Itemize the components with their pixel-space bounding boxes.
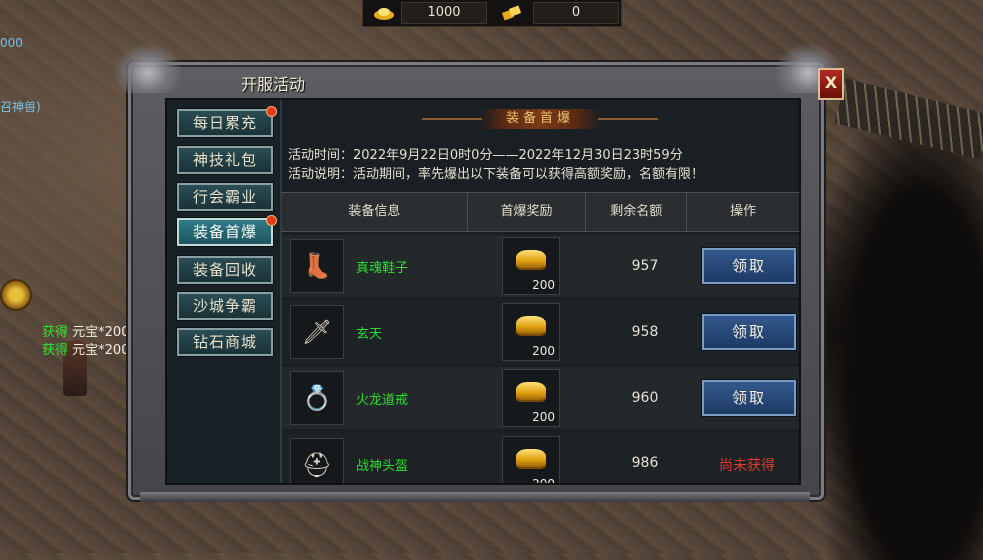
pet-avatar-icon[interactable] xyxy=(0,279,32,311)
equipment-name: 战神头盔 xyxy=(356,459,409,474)
panel-body: 每日累充 神技礼包 行会霸业 装备首爆 装备回收 沙城争霸 钻石商城 装备首爆 … xyxy=(165,98,801,485)
helmet-icon[interactable]: ⛑ xyxy=(290,438,344,483)
gain-message: 获得 元宝*200 xyxy=(42,343,130,358)
table-row: 💍 火龙道戒 200 960 领取 xyxy=(282,367,799,429)
close-button[interactable]: X xyxy=(818,68,844,100)
equipment-name: 玄天 xyxy=(356,326,383,342)
reward-count: 200 xyxy=(532,278,555,292)
ring-icon[interactable]: 💍 xyxy=(290,371,344,425)
remaining-quota: 957 xyxy=(631,258,659,274)
bind-gold-value: 0 xyxy=(533,2,619,24)
dragon-ornament-left xyxy=(113,43,183,93)
boots-icon[interactable]: 👢 xyxy=(290,239,344,293)
reward-count: 200 xyxy=(532,477,555,483)
first-drop-content: 装备首爆 活动时间：2022年9月22日0时0分——2022年12月30日23时… xyxy=(282,100,799,483)
remaining-quota: 986 xyxy=(631,455,659,471)
reward-slot[interactable]: 200 xyxy=(502,436,560,483)
currency-bar: 1000 0 xyxy=(362,0,622,27)
table-row: 🗡 玄天 200 958 领取 xyxy=(282,301,799,363)
sword-icon[interactable]: 🗡 xyxy=(290,305,344,359)
gold-value: 1000 xyxy=(401,2,487,24)
reward-slot[interactable]: 200 xyxy=(502,369,560,427)
event-description: 活动说明：活动期间，率先爆出以下装备可以获得高额奖励，名额有限！ xyxy=(288,167,705,182)
notification-dot-icon xyxy=(266,215,277,226)
notification-dot-icon xyxy=(266,106,277,117)
table-row: 👢 真魂鞋子 200 957 领取 xyxy=(282,235,799,297)
gold-bars-icon xyxy=(501,5,523,21)
gold-ingot-icon xyxy=(516,316,546,334)
equipment-name: 真魂鞋子 xyxy=(356,260,409,276)
remaining-quota: 958 xyxy=(631,324,659,340)
column-equipment-info: 装备信息 xyxy=(282,193,468,231)
claim-button[interactable]: 领取 xyxy=(702,314,796,350)
panel-bottom-frame xyxy=(140,492,810,502)
gold-ingot-icon xyxy=(516,449,546,467)
sidebar-item-first-drop[interactable]: 装备首爆 xyxy=(177,215,277,246)
claim-button[interactable]: 领取 xyxy=(702,248,796,284)
panel-title: 开服活动 xyxy=(241,75,306,94)
reward-slot[interactable]: 200 xyxy=(502,303,560,361)
table-row: ⛑ 战神头盔 200 986 尚未获得 xyxy=(282,433,799,483)
column-action: 操作 xyxy=(730,204,757,219)
event-sidebar: 每日累充 神技礼包 行会霸业 装备首爆 装备回收 沙城争霸 钻石商城 xyxy=(167,100,282,483)
sidebar-item-skill-pack[interactable]: 神技礼包 xyxy=(177,146,273,174)
column-first-drop-reward: 首爆奖励 xyxy=(468,193,587,231)
pet-label: 召神兽) xyxy=(0,100,41,114)
sidebar-item-daily-recharge[interactable]: 每日累充 xyxy=(177,106,277,137)
table-header: 装备信息 首爆奖励 剩余名额 操作 xyxy=(282,192,799,232)
reward-slot[interactable]: 200 xyxy=(502,237,560,295)
section-title: 装备首爆 xyxy=(422,109,658,129)
sidebar-item-guild-hegemony[interactable]: 行会霸业 xyxy=(177,183,273,211)
column-remaining-quota: 剩余名额 xyxy=(586,193,688,231)
remaining-quota: 960 xyxy=(631,390,659,406)
reward-count: 200 xyxy=(532,344,555,358)
dark-terrain xyxy=(820,110,983,560)
equipment-name: 火龙道戒 xyxy=(356,392,409,408)
not-obtained-status: 尚未获得 xyxy=(719,458,775,474)
sidebar-item-diamond-shop[interactable]: 钻石商城 xyxy=(177,328,273,356)
sidebar-item-equipment-recycle[interactable]: 装备回收 xyxy=(177,256,273,284)
event-time: 活动时间：2022年9月22日0时0分——2022年12月30日23时59分 xyxy=(288,148,683,163)
reward-count: 200 xyxy=(532,410,555,424)
gold-ingot-icon xyxy=(516,250,546,268)
sidebar-item-castle-war[interactable]: 沙城争霸 xyxy=(177,292,273,320)
gain-message: 获得 元宝*200 xyxy=(42,325,130,340)
world-number: 000 xyxy=(0,36,23,50)
gold-ingot-icon xyxy=(373,5,395,21)
claim-button[interactable]: 领取 xyxy=(702,380,796,416)
gold-ingot-icon xyxy=(516,382,546,400)
